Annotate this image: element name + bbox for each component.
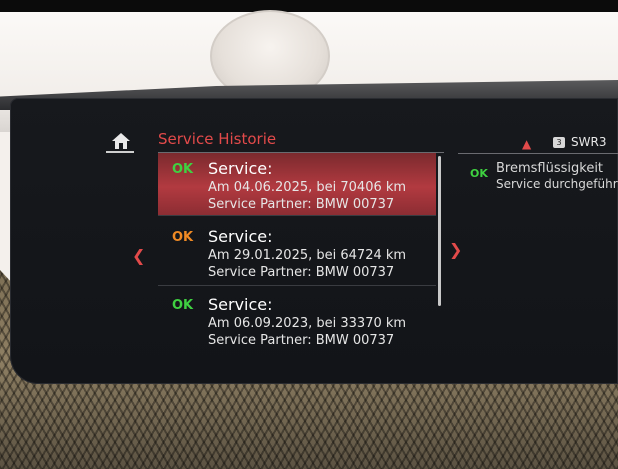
top-black-bar — [0, 0, 618, 12]
item-title: Service: — [208, 295, 273, 314]
chevron-left-icon[interactable]: ❮ — [132, 246, 145, 265]
divider — [158, 285, 436, 286]
item-title: Service: — [208, 227, 273, 246]
right-panel-underline — [458, 153, 618, 154]
home-tab-underline — [106, 151, 134, 153]
status-badge: OK — [172, 230, 194, 245]
status-badge: OK — [470, 167, 488, 180]
service-history-list: OK Service: Am 04.06.2025, bei 70406 km … — [158, 153, 436, 353]
chevron-up-icon[interactable]: ▲ — [522, 137, 531, 151]
item-date-mileage: Am 06.09.2023, bei 33370 km — [208, 316, 407, 331]
header: Service Historie — [106, 128, 444, 154]
list-item[interactable]: OK Service: Am 04.06.2025, bei 70406 km … — [158, 153, 436, 215]
item-date-mileage: Am 04.06.2025, bei 70406 km — [208, 180, 407, 195]
right-panel-subtitle: Service durchgeführt — [496, 177, 618, 191]
list-item[interactable]: OK Service: Am 29.01.2025, bei 64724 km … — [158, 221, 436, 283]
item-partner: Service Partner: BMW 00737 — [208, 197, 395, 212]
list-item[interactable]: OK Service: Am 06.09.2023, bei 33370 km … — [158, 289, 436, 351]
status-badge: OK — [172, 298, 194, 313]
home-icon[interactable] — [110, 131, 132, 151]
radio-preset-badge: 3 — [553, 137, 565, 148]
radio-station[interactable]: SWR3 — [571, 135, 606, 149]
scrollbar[interactable] — [438, 156, 441, 306]
status-badge: OK — [172, 162, 194, 177]
item-date-mileage: Am 29.01.2025, bei 64724 km — [208, 248, 407, 263]
item-partner: Service Partner: BMW 00737 — [208, 265, 395, 280]
item-partner: Service Partner: BMW 00737 — [208, 333, 395, 348]
page-title: Service Historie — [158, 130, 277, 148]
item-title: Service: — [208, 159, 273, 178]
chevron-right-icon[interactable]: ❯ — [449, 240, 462, 259]
divider — [158, 215, 436, 216]
right-panel-title[interactable]: Bremsflüssigkeit — [496, 161, 603, 176]
